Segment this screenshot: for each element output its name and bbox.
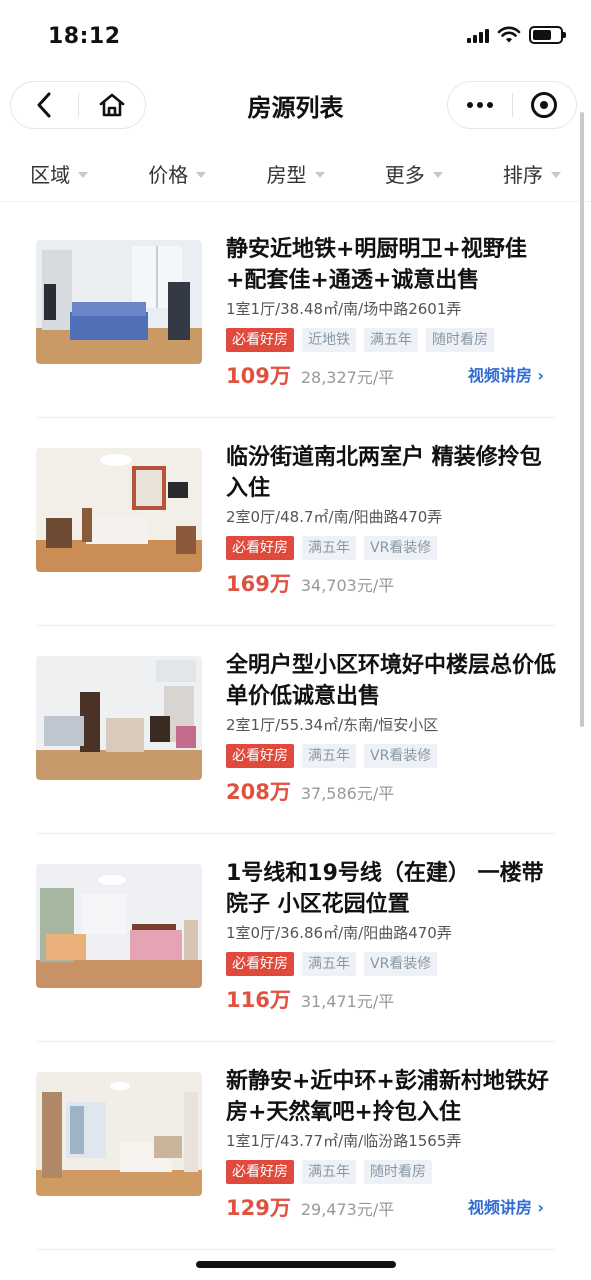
listing-title: 全明户型小区环境好中楼层总价低单价低诚意出售 (226, 653, 556, 709)
tag: 满五年 (302, 1160, 356, 1184)
total-price: 116万 (226, 988, 291, 1012)
unit-price: 28,327元/平 (300, 368, 395, 387)
unit-price: 34,703元/平 (300, 576, 395, 595)
filter-label: 区域 (30, 163, 71, 187)
listing-photo (36, 240, 202, 364)
filter-more[interactable]: 更多 (355, 146, 473, 201)
filter-price[interactable]: 价格 (118, 146, 236, 201)
listing-card[interactable]: 静安近地铁+明厨明卫+视野佳+配套佳+通透+诚意出售 1室1厅/38.48㎡/南… (36, 210, 556, 418)
listing-info: 静安近地铁+明厨明卫+视野佳+配套佳+通透+诚意出售 1室1厅/38.48㎡/南… (226, 234, 556, 388)
filter-label: 更多 (384, 163, 425, 187)
price-row: 208万 37,586元/平 (226, 776, 556, 804)
unit-price: 31,471元/平 (300, 992, 395, 1011)
caret-down-icon (314, 171, 325, 178)
video-tour-link[interactable]: 视频讲房 › (468, 1194, 544, 1218)
video-tour-link[interactable]: 视频讲房 › (468, 362, 544, 386)
nav-capsule-right (447, 81, 577, 129)
filter-label: 房型 (266, 163, 307, 187)
listing-tags: 必看好房 满五年 VR看装修 (226, 744, 556, 768)
caret-down-icon (196, 171, 207, 178)
total-price: 129万 (226, 1196, 291, 1220)
listing-tags: 必看好房 满五年 VR看装修 (226, 952, 556, 976)
more-dots-icon (466, 102, 493, 108)
tag: 随时看房 (364, 1160, 432, 1184)
listing-meta: 1室1厅/38.48㎡/南/场中路2601弄 (226, 300, 462, 318)
listing-title: 临汾街道南北两室户 精装修拎包入住 (226, 445, 542, 501)
listing-info: 1号线和19号线（在建） 一楼带院子 小区花园位置 1室0厅/36.86㎡/南/… (226, 858, 556, 1012)
tag: 满五年 (302, 536, 356, 560)
listing-card[interactable]: 临汾街道南北两室户 精装修拎包入住 2室0厅/48.7㎡/南/阳曲路470弄 必… (36, 418, 556, 626)
target-icon (531, 92, 558, 118)
listing-meta: 1室0厅/36.86㎡/南/阳曲路470弄 (226, 924, 452, 942)
battery-icon (529, 26, 566, 44)
nav-bar: 房源列表 (0, 76, 591, 136)
filter-area[interactable]: 区域 (0, 146, 118, 201)
listing-title: 静安近地铁+明厨明卫+视野佳+配套佳+通透+诚意出售 (226, 237, 527, 293)
tag-must-see: 必看好房 (226, 744, 294, 768)
listing-meta: 1室1厅/43.77㎡/南/临汾路1565弄 (226, 1132, 462, 1150)
back-button[interactable] (11, 82, 78, 128)
unit-price: 37,586元/平 (300, 784, 395, 803)
listing-meta: 2室1厅/55.34㎡/东南/恒安小区 (226, 716, 439, 734)
listing-meta: 2室0厅/48.7㎡/南/阳曲路470弄 (226, 508, 443, 526)
tag-must-see: 必看好房 (226, 536, 294, 560)
close-miniprogram-button[interactable] (513, 82, 577, 128)
price-row: 129万 29,473元/平 视频讲房 › (226, 1192, 556, 1220)
price-row: 116万 31,471元/平 (226, 984, 556, 1012)
price-row: 169万 34,703元/平 (226, 568, 556, 596)
listing-photo (36, 656, 202, 780)
listing-tags: 必看好房 满五年 VR看装修 (226, 536, 556, 560)
wifi-icon (497, 26, 521, 43)
tag: VR看装修 (364, 536, 438, 560)
tag-must-see: 必看好房 (226, 1160, 294, 1184)
divider (36, 1249, 556, 1250)
unit-price: 29,473元/平 (300, 1200, 395, 1219)
back-chevron-icon (37, 92, 51, 118)
more-button[interactable] (448, 82, 512, 128)
tag: 满五年 (364, 328, 418, 352)
listing-title: 1号线和19号线（在建） 一楼带院子 小区花园位置 (226, 861, 544, 917)
price-row: 109万 28,327元/平 视频讲房 › (226, 360, 556, 388)
listing-card[interactable]: 新静安+近中环+彭浦新村地铁好房+天然氧吧+拎包入住 1室1厅/43.77㎡/南… (36, 1042, 556, 1250)
listing-tags: 必看好房 满五年 随时看房 (226, 1160, 556, 1184)
nav-capsule-left (10, 81, 146, 129)
caret-down-icon (550, 171, 561, 178)
home-indicator[interactable] (196, 1261, 396, 1268)
tag: VR看装修 (364, 952, 438, 976)
tag-must-see: 必看好房 (226, 952, 294, 976)
tag-must-see: 必看好房 (226, 328, 294, 352)
caret-down-icon (432, 171, 443, 178)
scrollbar[interactable] (580, 112, 584, 727)
tag: 近地铁 (302, 328, 356, 352)
caret-down-icon (78, 171, 89, 178)
listing-info: 新静安+近中环+彭浦新村地铁好房+天然氧吧+拎包入住 1室1厅/43.77㎡/南… (226, 1066, 556, 1220)
filter-label: 排序 (502, 163, 543, 187)
listing-title: 新静安+近中环+彭浦新村地铁好房+天然氧吧+拎包入住 (226, 1069, 549, 1125)
total-price: 208万 (226, 780, 291, 804)
total-price: 109万 (226, 364, 291, 388)
listing-photo (36, 448, 202, 572)
filter-sort[interactable]: 排序 (473, 146, 591, 201)
listing-info: 全明户型小区环境好中楼层总价低单价低诚意出售 2室1厅/55.34㎡/东南/恒安… (226, 650, 556, 804)
filter-bar: 区域 价格 房型 更多 排序 (0, 146, 591, 202)
listing-tags: 必看好房 近地铁 满五年 随时看房 (226, 328, 556, 352)
status-time: 18:12 (48, 24, 121, 49)
status-bar: 18:12 (0, 0, 591, 76)
listing-card[interactable]: 全明户型小区环境好中楼层总价低单价低诚意出售 2室1厅/55.34㎡/东南/恒安… (36, 626, 556, 834)
filter-label: 价格 (148, 163, 189, 187)
status-icons (467, 26, 566, 44)
tag: 随时看房 (426, 328, 494, 352)
tag: 满五年 (302, 952, 356, 976)
signal-icon (467, 27, 489, 43)
total-price: 169万 (226, 572, 291, 596)
tag: VR看装修 (364, 744, 438, 768)
filter-layout[interactable]: 房型 (236, 146, 354, 201)
listing-card[interactable]: 1号线和19号线（在建） 一楼带院子 小区花园位置 1室0厅/36.86㎡/南/… (36, 834, 556, 1042)
listing-photo (36, 864, 202, 988)
home-icon (99, 93, 125, 117)
tag: 满五年 (302, 744, 356, 768)
listing-info: 临汾街道南北两室户 精装修拎包入住 2室0厅/48.7㎡/南/阳曲路470弄 必… (226, 442, 556, 596)
listing-photo (36, 1072, 202, 1196)
home-button[interactable] (79, 82, 146, 128)
